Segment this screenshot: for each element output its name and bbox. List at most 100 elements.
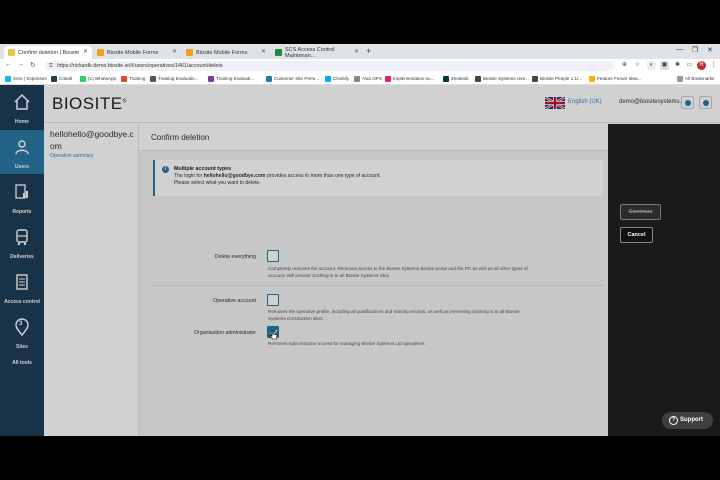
- support-label: Support: [680, 417, 703, 423]
- bookmark-favicon-icon: [51, 76, 57, 82]
- bookmark-star-icon[interactable]: ☆: [633, 61, 642, 70]
- close-tab-icon[interactable]: ✕: [172, 48, 177, 55]
- language-selector[interactable]: English (UK): [568, 99, 602, 105]
- delete-everything-checkbox[interactable]: [267, 250, 279, 262]
- bookmark-item[interactable]: Cobalt: [51, 75, 72, 83]
- bookmark-favicon-icon: [208, 76, 214, 82]
- sidebar-item-label: Access control: [4, 299, 40, 305]
- bookmark-item[interactable]: Training: [121, 75, 145, 83]
- bookmark-favicon-icon: [325, 76, 331, 82]
- info-icon: i: [162, 166, 169, 173]
- sidebar-item-reports[interactable]: Reports: [0, 175, 44, 219]
- profile-avatar[interactable]: R: [697, 61, 706, 70]
- uk-flag-icon: [545, 97, 565, 109]
- bookmark-item[interactable]: Biosite People 1:1/...: [532, 75, 582, 83]
- close-tab-icon[interactable]: ✕: [354, 48, 359, 55]
- browser-tab-active[interactable]: Confirm deletion | Biosite ✕: [4, 46, 92, 59]
- page-title: Confirm deletion: [151, 133, 210, 142]
- sidebar-item-deliveries[interactable]: Deliveries: [0, 220, 44, 264]
- cancel-button[interactable]: Cancel: [620, 227, 653, 243]
- browser-window: Confirm deletion | Biosite ✕ Biosite Mob…: [0, 44, 720, 436]
- bookmark-favicon-icon: [589, 76, 595, 82]
- sidebar-item-users[interactable]: Users: [0, 130, 44, 174]
- door-icon: [16, 274, 28, 290]
- bookmark-item[interactable]: Biosite Systems Use...: [475, 75, 529, 83]
- bookmark-item[interactable]: Customer Site Perm...: [266, 75, 319, 83]
- account-button[interactable]: [699, 96, 712, 109]
- bookmark-label: Cobalt: [59, 76, 73, 81]
- sidebar-item-label: Deliveries: [10, 254, 34, 260]
- close-window-icon[interactable]: ✕: [707, 46, 713, 54]
- address-row: ← → ↻ ⚿ https://richardk.demo.biosite.ie…: [0, 59, 720, 73]
- url-text: https://richardk.demo.biosite.ie/#/users…: [57, 63, 223, 69]
- sidebar-item-access-control[interactable]: Access control: [0, 265, 44, 309]
- bookmark-item[interactable]: Xero | Expenses: [5, 75, 47, 83]
- new-tab-button[interactable]: +: [366, 46, 371, 56]
- extensions-puzzle-icon[interactable]: ✱: [673, 61, 682, 70]
- bookmark-item[interactable]: Implementation su...: [385, 75, 434, 83]
- browser-tab[interactable]: Biosite Mobile Forms ✕: [182, 46, 270, 59]
- alert-title: Multiple account types: [174, 166, 232, 172]
- action-panel: Continue Cancel: [608, 124, 720, 436]
- bookmark-item[interactable]: (1) WhatsApp: [80, 75, 116, 83]
- sidebar-item-label: Users: [15, 164, 29, 170]
- forward-icon[interactable]: →: [17, 61, 24, 68]
- extension-icon[interactable]: ◼: [660, 61, 669, 70]
- menu-kebab-icon[interactable]: ⋮: [709, 61, 718, 70]
- tab-title: Confirm deletion | Biosite: [18, 49, 80, 56]
- alert-text: The login for: [174, 173, 204, 179]
- tab-bar: Confirm deletion | Biosite ✕ Biosite Mob…: [0, 44, 720, 59]
- bookmark-item[interactable]: Training Evaluatio...: [150, 75, 198, 83]
- bookmark-favicon-icon: [443, 76, 449, 82]
- reports-icon: [15, 184, 28, 199]
- operative-name: hellohello@goodbye.com: [50, 129, 134, 151]
- bookmark-item[interactable]: Clockify: [325, 75, 349, 83]
- bookmark-favicon-icon: [475, 76, 481, 82]
- alert-email: hellohello@goodbye.com: [203, 173, 266, 179]
- back-icon[interactable]: ←: [5, 61, 12, 68]
- browser-tab[interactable]: Biosite Mobile Forms ✕: [93, 46, 181, 59]
- bookmark-favicon-icon: [5, 76, 11, 82]
- operative-account-checkbox[interactable]: [267, 294, 279, 306]
- minimize-icon[interactable]: —: [676, 46, 683, 53]
- info-alert: i Multiple account types The login for h…: [153, 160, 603, 196]
- continue-button[interactable]: Continue: [620, 204, 661, 220]
- bookmark-item[interactable]: Zendesk: [443, 75, 469, 83]
- close-tab-icon[interactable]: ✕: [83, 48, 88, 55]
- sidebar-item-home[interactable]: Home: [0, 85, 44, 129]
- sidebar-item-sites[interactable]: 3 Sites: [0, 310, 44, 354]
- maximize-icon[interactable]: ❐: [692, 46, 698, 54]
- bookmark-label: Zendesk: [451, 76, 469, 81]
- bookmark-favicon-icon: [385, 76, 391, 82]
- bookmarks-bar: Xero | Expenses Cobalt (1) WhatsApp Trai…: [0, 73, 720, 85]
- url-bar[interactable]: ⚿ https://richardk.demo.biosite.ie/#/use…: [45, 61, 615, 71]
- truck-icon: [16, 229, 28, 246]
- close-tab-icon[interactable]: ✕: [261, 48, 266, 55]
- site-info-icon[interactable]: ⚿: [49, 61, 53, 71]
- option-label-delete-everything: Delete everything: [214, 254, 256, 260]
- tab-title: Biosite Mobile Forms: [107, 49, 159, 56]
- browser-tab[interactable]: SCS Access Control Maintenan... ✕: [271, 46, 363, 59]
- all-bookmarks[interactable]: All Bookmarks: [677, 75, 714, 83]
- bookmark-favicon-icon: [532, 76, 538, 82]
- bookmark-item[interactable]: Feature Forum Idea...: [589, 75, 641, 83]
- operative-summary-link[interactable]: Operative summary: [50, 153, 94, 159]
- translate-icon[interactable]: ⊕: [620, 61, 629, 70]
- sidebar-item-all-tools[interactable]: All tools: [0, 355, 44, 375]
- reload-icon[interactable]: ↻: [30, 61, 36, 69]
- option-label-organisation-administrator: Organisation administrator: [193, 330, 256, 336]
- support-button[interactable]: ? Support: [662, 412, 713, 429]
- bookmark-label: (1) WhatsApp: [88, 76, 117, 81]
- help-button[interactable]: [681, 96, 694, 109]
- biosite-logo[interactable]: BIOSITE®: [52, 94, 127, 114]
- bookmark-item[interactable]: Asia OPS: [354, 75, 382, 83]
- bookmark-favicon-icon: [121, 76, 127, 82]
- user-icon: [702, 99, 709, 106]
- extension-icon[interactable]: ◐: [647, 61, 656, 70]
- logo-text: BIOSITE: [52, 94, 123, 113]
- bookmark-favicon-icon: [266, 76, 272, 82]
- bookmark-favicon-icon: [150, 76, 156, 82]
- bookmark-item[interactable]: Training Evaluati...: [208, 75, 254, 83]
- sidepanel-icon[interactable]: ▭: [685, 61, 694, 70]
- hand-cursor-icon: [270, 330, 278, 340]
